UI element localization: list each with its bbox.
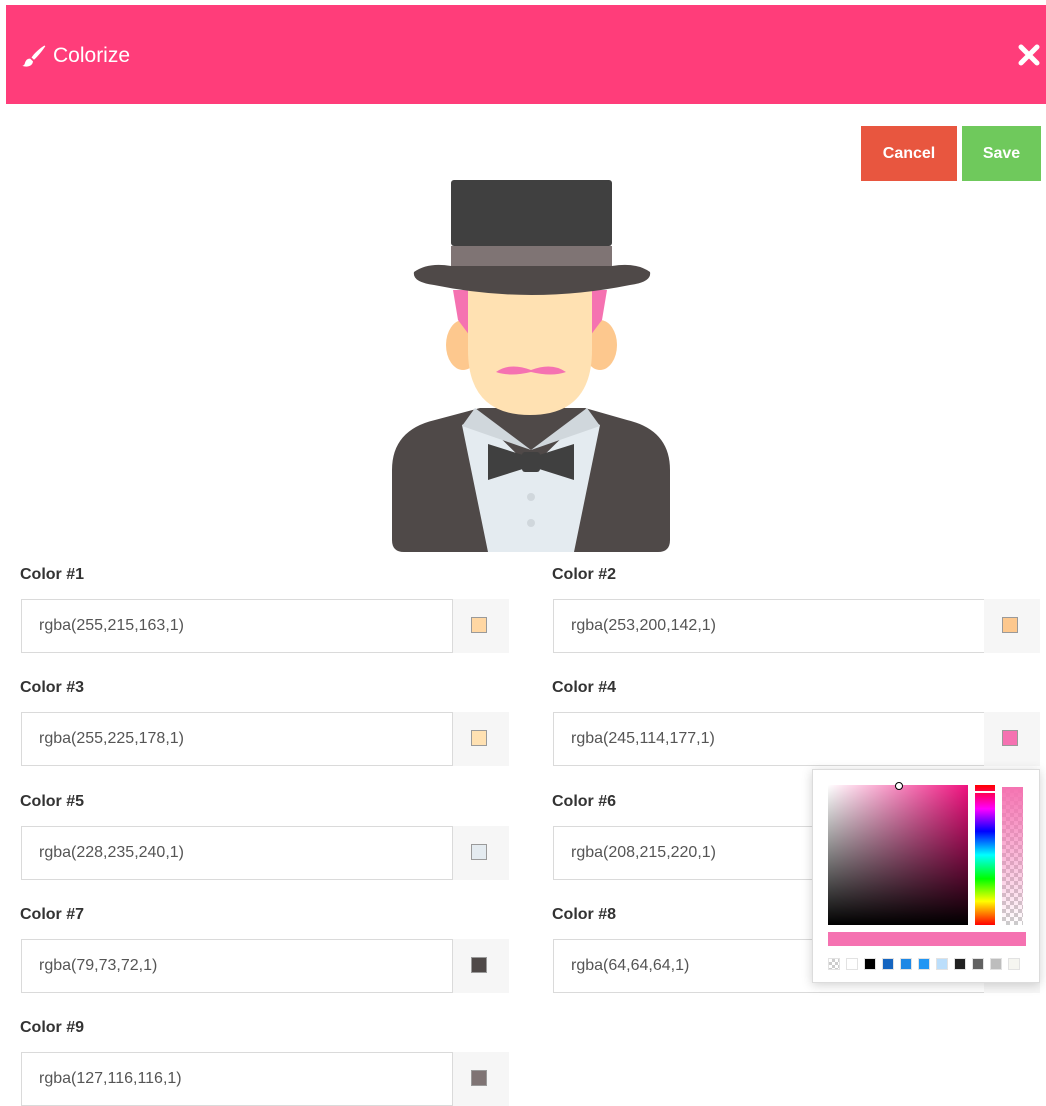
color-4-swatch-box [984,712,1040,766]
hue-slider[interactable] [975,785,995,925]
color-7-label: Color #7 [20,906,85,923]
color-1-swatch[interactable] [471,617,487,633]
color-8-label: Color #8 [552,906,617,923]
preset-near-black-swatch[interactable] [954,958,966,970]
color-5-swatch[interactable] [471,844,487,860]
preset-light-blue-swatch[interactable] [936,958,948,970]
preset-black-swatch[interactable] [864,958,876,970]
dialog-header: Colorize [6,5,1046,104]
paintbrush-icon [22,45,46,67]
color-3-swatch[interactable] [471,730,487,746]
color-3-input[interactable]: rgba(255,225,178,1) [21,712,453,766]
preset-light-gray-swatch[interactable] [990,958,1002,970]
color-9-swatch-box [453,1052,509,1106]
gentleman-avatar-image [392,180,670,552]
color-7-input[interactable]: rgba(79,73,72,1) [21,939,453,993]
current-color-preview [828,932,1026,946]
color-4-swatch[interactable] [1002,730,1018,746]
color-1-label: Color #1 [20,566,85,583]
color-2-swatch-box [984,599,1040,653]
saturation-value-area[interactable] [828,782,968,925]
color-9-label: Color #9 [20,1019,85,1036]
hue-slider-handle[interactable] [975,791,995,793]
color-7-swatch-box [453,939,509,993]
preset-off-white-swatch[interactable] [1008,958,1020,970]
preset-gray-swatch[interactable] [972,958,984,970]
color-7-swatch[interactable] [471,957,487,973]
preset-dark-blue-swatch[interactable] [882,958,894,970]
color-5-swatch-box [453,826,509,880]
save-button[interactable]: Save [962,126,1041,181]
color-6-label: Color #6 [552,793,617,810]
color-2-input[interactable]: rgba(253,200,142,1) [553,599,985,653]
color-2-swatch[interactable] [1002,617,1018,633]
dialog-title: Colorize [53,44,131,67]
cancel-button[interactable]: Cancel [861,126,957,181]
color-1-swatch-box [453,599,509,653]
close-icon[interactable] [1018,44,1040,66]
saturation-handle[interactable] [895,782,903,790]
color-3-label: Color #3 [20,679,85,696]
color-9-input[interactable]: rgba(127,116,116,1) [21,1052,453,1106]
color-1-input[interactable]: rgba(255,215,163,1) [21,599,453,653]
preset-transparent-swatch[interactable] [828,958,840,970]
color-5-input[interactable]: rgba(228,235,240,1) [21,826,453,880]
color-9-swatch[interactable] [471,1070,487,1086]
color-2-label: Color #2 [552,566,617,583]
preset-blue-swatch[interactable] [900,958,912,970]
color-4-input[interactable]: rgba(245,114,177,1) [553,712,985,766]
preset-bright-blue-swatch[interactable] [918,958,930,970]
alpha-slider-handle[interactable] [1002,785,1023,787]
color-picker-popup [812,769,1040,983]
color-4-label: Color #4 [552,679,617,696]
color-3-swatch-box [453,712,509,766]
preset-white-swatch[interactable] [846,958,858,970]
alpha-slider[interactable] [1002,785,1023,925]
color-5-label: Color #5 [20,793,85,810]
